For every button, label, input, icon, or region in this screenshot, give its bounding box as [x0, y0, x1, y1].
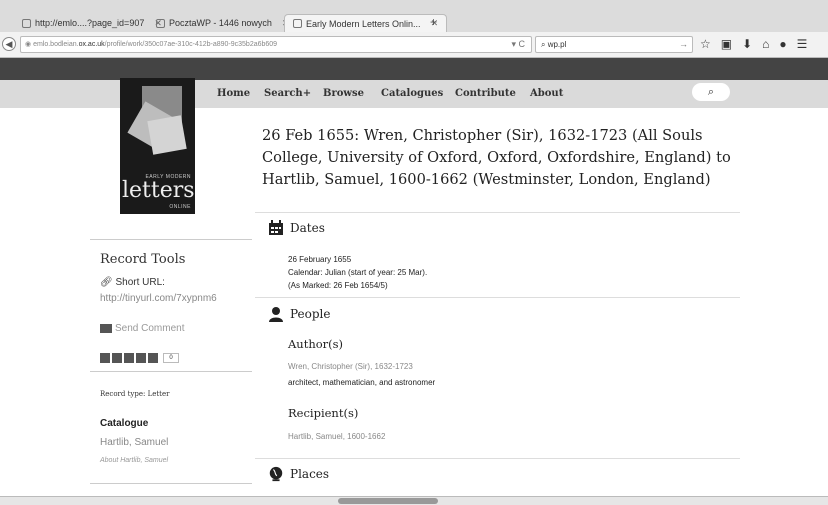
comment-icon — [100, 324, 112, 333]
tab-label: Early Modern Letters Onlin... — [306, 18, 421, 29]
send-comment-label: Send Comment — [115, 323, 185, 334]
people-heading-label: People — [290, 307, 331, 321]
share-buttons: 0 — [100, 353, 179, 363]
catalogue-about-link[interactable]: About Hartlib, Samuel — [100, 457, 168, 464]
calendar-icon — [269, 220, 283, 235]
go-arrow-icon[interactable]: → — [679, 39, 688, 49]
dates-heading: Dates — [268, 220, 325, 236]
globe-icon — [269, 466, 283, 482]
short-url-label-text: Short URL: — [115, 277, 165, 288]
nav-catalogues[interactable]: Catalogues — [381, 88, 443, 99]
letter-title: 26 Feb 1655: Wren, Christopher (Sir), 16… — [262, 127, 731, 188]
link-icon: 🔗︎ — [100, 277, 113, 288]
facebook-icon[interactable] — [100, 353, 110, 363]
record-tools-title: Record Tools — [100, 252, 186, 267]
author-description: architect, mathematician, and astronomer — [288, 378, 436, 387]
nav-about[interactable]: About — [530, 88, 563, 99]
divider — [90, 483, 252, 484]
recipient-link[interactable]: Hartlib, Samuel, 1600-1662 — [288, 432, 385, 441]
authors-heading: Author(s) — [288, 337, 344, 351]
short-url-label: 🔗︎ Short URL: — [100, 277, 165, 288]
catalogue-title: Catalogue — [100, 418, 149, 429]
browser-search-input[interactable]: ⌕ wp.pl → — [535, 36, 693, 53]
nav-contribute[interactable]: Contribute — [455, 88, 516, 99]
short-url-link[interactable]: http://tinyurl.com/7xypnm6 — [100, 293, 217, 304]
people-heading: People — [268, 306, 330, 322]
twitter-icon[interactable] — [112, 353, 122, 363]
divider — [255, 458, 740, 459]
reload-icon[interactable]: ▾ C — [511, 39, 525, 50]
search-icon: ⌕ — [541, 40, 548, 49]
star-icon[interactable]: ☆ — [700, 37, 711, 51]
search-value: wp.pl — [547, 40, 567, 49]
divider — [90, 371, 252, 372]
horizontal-scrollbar[interactable] — [338, 498, 438, 504]
dates-content: 26 February 1655 Calendar: Julian (start… — [288, 253, 427, 292]
nav-home[interactable]: Home — [217, 88, 250, 99]
header-band — [0, 58, 828, 80]
person-icon — [269, 307, 283, 322]
send-comment-link[interactable]: Send Comment — [100, 323, 184, 334]
tab-label: PocztaWP - 1446 nowych — [169, 18, 272, 28]
calendar-note: Calendar: Julian (start of year: 25 Mar)… — [288, 268, 428, 277]
url-bar[interactable]: ◉ emlo.bodleian.ox.ac.uk/profile/work/35… — [20, 36, 532, 53]
browser-titlebar: http://emlo....?page_id=907 ✕ PocztaWP -… — [0, 0, 828, 36]
page-icon — [293, 19, 302, 28]
url-prefix: emlo.bodleian. — [33, 41, 79, 48]
as-marked-note: (As Marked: 26 Feb 1654/5) — [288, 281, 388, 290]
print-icon[interactable] — [136, 353, 146, 363]
catalogue-link[interactable]: Hartlib, Samuel — [100, 437, 168, 448]
tab-label: http://emlo....?page_id=907 — [35, 18, 145, 28]
divider — [255, 297, 740, 298]
divider — [90, 239, 252, 240]
date-value: 26 February 1655 — [288, 255, 352, 264]
share-count: 0 — [163, 353, 179, 363]
url-domain: ox.ac.uk — [78, 41, 105, 48]
places-heading-label: Places — [290, 467, 330, 481]
clipboard-icon[interactable]: ▣ — [721, 37, 732, 51]
back-icon[interactable]: ◀ — [2, 37, 16, 51]
new-tab-button[interactable]: + — [430, 15, 437, 29]
tab-emlo-page[interactable]: http://emlo....?page_id=907 ✕ — [14, 14, 170, 32]
author-link[interactable]: Wren, Christopher (Sir), 1632-1723 — [288, 362, 413, 371]
toolbar-icons: ☆ ▣ ⬇ ⌂ ● ☰ — [700, 37, 807, 51]
browser-navbar: ◀ ◉ emlo.bodleian.ox.ac.uk/profile/work/… — [0, 32, 828, 58]
mail-icon — [156, 18, 165, 28]
page-icon — [22, 18, 31, 28]
places-heading: Places — [268, 466, 329, 482]
download-icon[interactable]: ⬇ — [742, 37, 752, 51]
tab-emlo-active[interactable]: Early Modern Letters Onlin... ✕ — [284, 14, 448, 32]
logo-text-bottom: ONLINE — [169, 204, 191, 210]
home-icon[interactable]: ⌂ — [762, 37, 769, 51]
globe-icon: ◉ — [25, 41, 34, 48]
recipients-heading: Recipient(s) — [288, 406, 359, 420]
dates-heading-label: Dates — [290, 221, 325, 235]
record-type: Record type: Letter — [100, 390, 170, 398]
tab-poczta[interactable]: PocztaWP - 1446 nowych ✕ — [148, 14, 297, 32]
chat-icon[interactable]: ● — [779, 37, 786, 51]
url-path: /profile/work/350c07ae-310c-412b-a890-9c… — [104, 41, 278, 48]
divider — [255, 212, 740, 213]
nav-search[interactable]: Search+ — [264, 88, 311, 99]
site-search-icon[interactable]: ⌕ — [692, 83, 730, 101]
logo-text-main: letters — [122, 178, 195, 203]
menu-icon[interactable]: ☰ — [797, 37, 808, 51]
plus-share-icon[interactable] — [148, 353, 158, 363]
email-icon[interactable] — [124, 353, 134, 363]
logo-square — [147, 115, 187, 155]
site-logo[interactable]: EARLY MODERN letters ONLINE — [120, 78, 195, 214]
nav-browse[interactable]: Browse — [323, 88, 364, 99]
